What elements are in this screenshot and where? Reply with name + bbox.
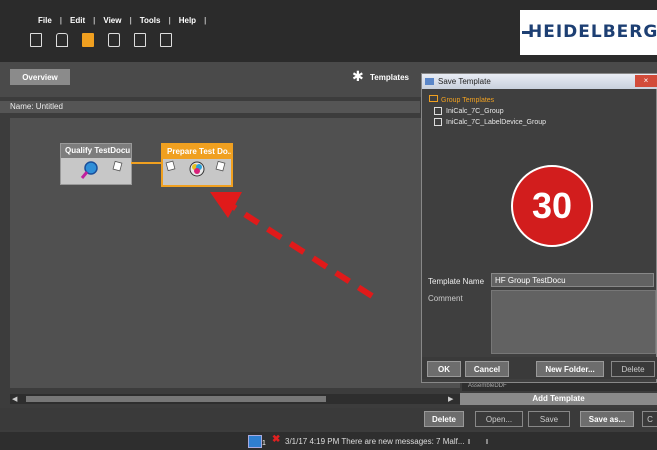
dialog-title[interactable]: Save Template	[422, 74, 657, 89]
process-node-prepare[interactable]: Prepare Test Do...	[161, 143, 233, 187]
tree-root-group-templates[interactable]: Group Templates	[429, 95, 494, 104]
color-wheel-icon	[165, 160, 226, 177]
node-title: Qualify TestDocu	[61, 144, 131, 158]
tab-overview[interactable]: Overview	[10, 69, 70, 85]
node-connector	[131, 162, 162, 164]
cancel-button[interactable]: Cancel	[465, 361, 509, 377]
process-node-qualify[interactable]: Qualify TestDocu	[60, 143, 132, 185]
sequence-name-label: Name: Untitled	[0, 101, 420, 113]
add-template-button[interactable]: Add Template	[460, 393, 657, 405]
arrow-head	[210, 192, 242, 218]
close-icon[interactable]: ×	[635, 75, 657, 87]
monitor-count: 1	[262, 440, 266, 447]
checkbox[interactable]	[434, 118, 442, 126]
monitor-icon[interactable]	[248, 435, 262, 448]
scroll-left-icon[interactable]: ◀	[12, 395, 17, 403]
check-document-icon[interactable]	[134, 33, 146, 47]
printer-icon[interactable]	[108, 33, 120, 47]
folder-icon	[429, 95, 438, 102]
status-message[interactable]: 3/1/17 4:19 PM There are new messages: 7…	[285, 437, 465, 446]
puzzle-icon: ✱	[352, 68, 364, 84]
magnifier-check-icon	[80, 160, 123, 179]
menu-edit[interactable]: Edit	[62, 16, 93, 25]
save-icon[interactable]	[160, 33, 172, 47]
menu-bar: File | Edit | View | Tools | Help |	[30, 16, 206, 25]
dialog-app-icon	[425, 78, 434, 85]
checkbox[interactable]	[434, 107, 442, 115]
comment-label: Comment	[428, 294, 463, 303]
dialog-delete-button[interactable]: Delete	[611, 361, 655, 377]
comment-textarea[interactable]	[491, 290, 656, 354]
ok-button[interactable]: OK	[427, 361, 461, 377]
menu-file[interactable]: File	[30, 16, 60, 25]
node-title: Prepare Test Do...	[163, 145, 231, 159]
toolbar	[30, 33, 172, 47]
cut-button-partial[interactable]: C	[642, 411, 657, 427]
step-number-badge: 30	[511, 165, 593, 247]
heidelberg-logo: HEIDELBERG	[521, 22, 657, 42]
annotation-arrow	[210, 192, 374, 299]
plugin-icon[interactable]	[56, 33, 68, 47]
template-partial-text: AssembleDDF	[468, 383, 507, 389]
template-name-input[interactable]: HF Group TestDocu	[491, 273, 654, 287]
templates-label[interactable]: Templates	[370, 73, 409, 82]
menu-tools[interactable]: Tools	[132, 16, 169, 25]
menu-help[interactable]: Help	[171, 16, 204, 25]
document-icon[interactable]	[30, 33, 42, 47]
open-button[interactable]: Open...	[475, 411, 523, 427]
new-folder-button[interactable]: New Folder...	[536, 361, 604, 377]
save-as-button[interactable]: Save as...	[580, 411, 634, 427]
scrollbar-thumb[interactable]	[26, 396, 326, 402]
save-button[interactable]: Save	[528, 411, 570, 427]
menu-view[interactable]: View	[95, 16, 129, 25]
tree-item[interactable]: IniCalc_7C_LabelDevice_Group	[434, 118, 546, 126]
delete-button[interactable]: Delete	[424, 411, 464, 427]
queue-icon[interactable]	[82, 33, 94, 47]
menu-separator: |	[204, 16, 207, 25]
scroll-right-icon[interactable]: ▶	[448, 395, 453, 403]
error-icon[interactable]: ✖	[272, 434, 280, 445]
template-name-label: Template Name	[428, 277, 485, 286]
resize-grip-icon	[468, 439, 488, 444]
tree-item[interactable]: IniCalc_7C_Group	[434, 107, 504, 115]
